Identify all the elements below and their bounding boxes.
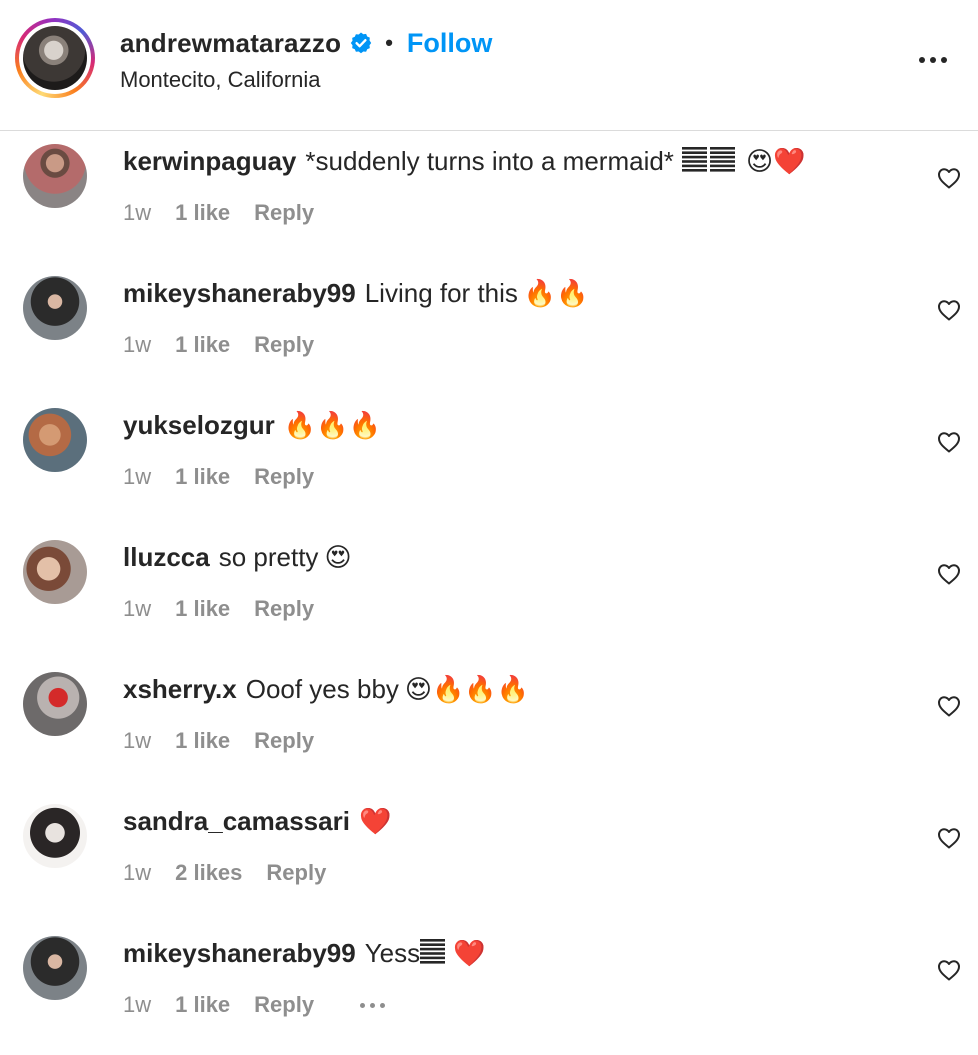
comment-like-count[interactable]: 1 like xyxy=(175,200,230,226)
comment-emoji: 😍🔥🔥🔥 xyxy=(404,675,530,705)
verified-badge-icon xyxy=(349,31,373,55)
comment-text: sandra_camassari ❤️ xyxy=(123,805,391,838)
post-author-avatar[interactable] xyxy=(23,26,87,90)
comment-item: sandra_camassari ❤️ 1w 2 likes Reply xyxy=(0,791,978,923)
comment-text: kerwinpaguay *suddenly turns into a merma… xyxy=(123,145,805,178)
comment-like-count[interactable]: 1 like xyxy=(175,464,230,490)
commenter-avatar[interactable] xyxy=(23,408,87,472)
comment-body: so pretty xyxy=(218,542,319,572)
heart-outline-icon[interactable] xyxy=(935,165,963,191)
comment-like-count[interactable]: 1 like xyxy=(175,596,230,622)
post-header: andrewmatarazzo • Follow Montecito, Cali… xyxy=(0,0,978,131)
comment-item: mikeyshaneraby99 Living for this 🔥🔥 1w 1 lik… xyxy=(0,263,978,395)
comment-meta: 1w 1 like Reply xyxy=(123,330,314,360)
comment-emoji: 😍 xyxy=(324,543,352,573)
comment-item: xsherry.x Ooof yes bby 😍🔥🔥🔥 1w 1 like Reply xyxy=(0,659,978,791)
comment-timestamp[interactable]: 1w xyxy=(123,728,151,754)
heart-outline-icon[interactable] xyxy=(935,297,963,323)
comment-text: xsherry.x Ooof yes bby 😍🔥🔥🔥 xyxy=(123,673,529,706)
comment-like-count[interactable]: 2 likes xyxy=(175,860,242,886)
comment-emoji: 🔥🔥 xyxy=(523,279,589,309)
comment-emoji: 🔥🔥🔥 xyxy=(283,411,381,441)
commenter-avatar[interactable] xyxy=(23,672,87,736)
heart-outline-icon[interactable] xyxy=(935,693,963,719)
heart-outline-icon[interactable] xyxy=(935,429,963,455)
commenter-username[interactable]: mikeyshaneraby99 xyxy=(123,278,356,308)
post-location[interactable]: Montecito, California xyxy=(120,67,321,93)
comment-text: lluzcca so pretty 😍 xyxy=(123,541,352,574)
comment-like-count[interactable]: 1 like xyxy=(175,332,230,358)
comment-timestamp[interactable]: 1w xyxy=(123,332,151,358)
comment-meta: 1w 1 like Reply xyxy=(123,462,314,492)
reply-button[interactable]: Reply xyxy=(254,596,314,622)
comment-body: *suddenly turns into a mermaid* xyxy=(305,146,674,176)
more-options-icon[interactable] xyxy=(913,48,953,72)
heart-outline-icon[interactable] xyxy=(935,561,963,587)
commenter-username[interactable]: kerwinpaguay xyxy=(123,146,296,176)
comment-emoji: ❤️ xyxy=(358,807,392,837)
comment-text: yukselozgur 🔥🔥🔥 xyxy=(123,409,381,442)
commenter-username[interactable]: mikeyshaneraby99 xyxy=(123,938,356,968)
comment-item: mikeyshaneraby99 Yess ❤️ 1w 1 like Reply xyxy=(0,923,978,1055)
story-ring[interactable] xyxy=(15,18,95,98)
comment-item: yukselozgur 🔥🔥🔥 1w 1 like Reply xyxy=(0,395,978,527)
reply-button[interactable]: Reply xyxy=(266,860,326,886)
commenter-username[interactable]: sandra_camassari xyxy=(123,806,350,836)
reply-button[interactable]: Reply xyxy=(254,992,314,1018)
comment-meta: 1w 1 like Reply xyxy=(123,990,386,1020)
post-author-row: andrewmatarazzo • Follow xyxy=(120,26,492,60)
separator-dot: • xyxy=(385,30,393,55)
comment-options-icon[interactable] xyxy=(360,1002,386,1008)
commenter-avatar[interactable] xyxy=(23,936,87,1000)
reply-button[interactable]: Reply xyxy=(254,464,314,490)
comment-meta: 1w 1 like Reply xyxy=(123,726,314,756)
comment-item: kerwinpaguay *suddenly turns into a merma… xyxy=(0,131,978,263)
comment-meta: 1w 1 like Reply xyxy=(123,594,314,624)
comment-meta: 1w 1 like Reply xyxy=(123,198,314,228)
comment-timestamp[interactable]: 1w xyxy=(123,200,151,226)
glyph-placeholder-icon xyxy=(420,939,447,965)
comment-emoji: ❤️ xyxy=(453,939,486,969)
comment-body: Ooof yes bby xyxy=(245,674,399,704)
commenter-username[interactable]: lluzcca xyxy=(123,542,210,572)
comment-body: Living for this xyxy=(364,278,518,308)
comment-like-count[interactable]: 1 like xyxy=(175,728,230,754)
reply-button[interactable]: Reply xyxy=(254,332,314,358)
commenter-avatar[interactable] xyxy=(23,540,87,604)
comment-text: mikeyshaneraby99 Living for this 🔥🔥 xyxy=(123,277,589,310)
post-author-username[interactable]: andrewmatarazzo xyxy=(120,28,341,59)
commenter-avatar[interactable] xyxy=(23,276,87,340)
comment-like-count[interactable]: 1 like xyxy=(175,992,230,1018)
commenter-avatar[interactable] xyxy=(23,144,87,208)
comment-timestamp[interactable]: 1w xyxy=(123,464,151,490)
follow-button[interactable]: Follow xyxy=(407,28,492,59)
commenter-avatar[interactable] xyxy=(23,804,87,868)
commenter-username[interactable]: xsherry.x xyxy=(123,674,237,704)
comment-body: Yess xyxy=(364,938,421,968)
glyph-placeholder-icon xyxy=(681,147,736,173)
comment-timestamp[interactable]: 1w xyxy=(123,596,151,622)
heart-outline-icon[interactable] xyxy=(935,825,963,851)
comment-emoji: 😍❤️ xyxy=(745,147,806,177)
commenter-username[interactable]: yukselozgur xyxy=(123,410,275,440)
comment-meta: 1w 2 likes Reply xyxy=(123,858,326,888)
comment-timestamp[interactable]: 1w xyxy=(123,992,151,1018)
reply-button[interactable]: Reply xyxy=(254,200,314,226)
comment-timestamp[interactable]: 1w xyxy=(123,860,151,886)
heart-outline-icon[interactable] xyxy=(935,957,963,983)
reply-button[interactable]: Reply xyxy=(254,728,314,754)
comment-item: lluzcca so pretty 😍 1w 1 like Reply xyxy=(0,527,978,659)
comment-text: mikeyshaneraby99 Yess ❤️ xyxy=(123,937,486,970)
